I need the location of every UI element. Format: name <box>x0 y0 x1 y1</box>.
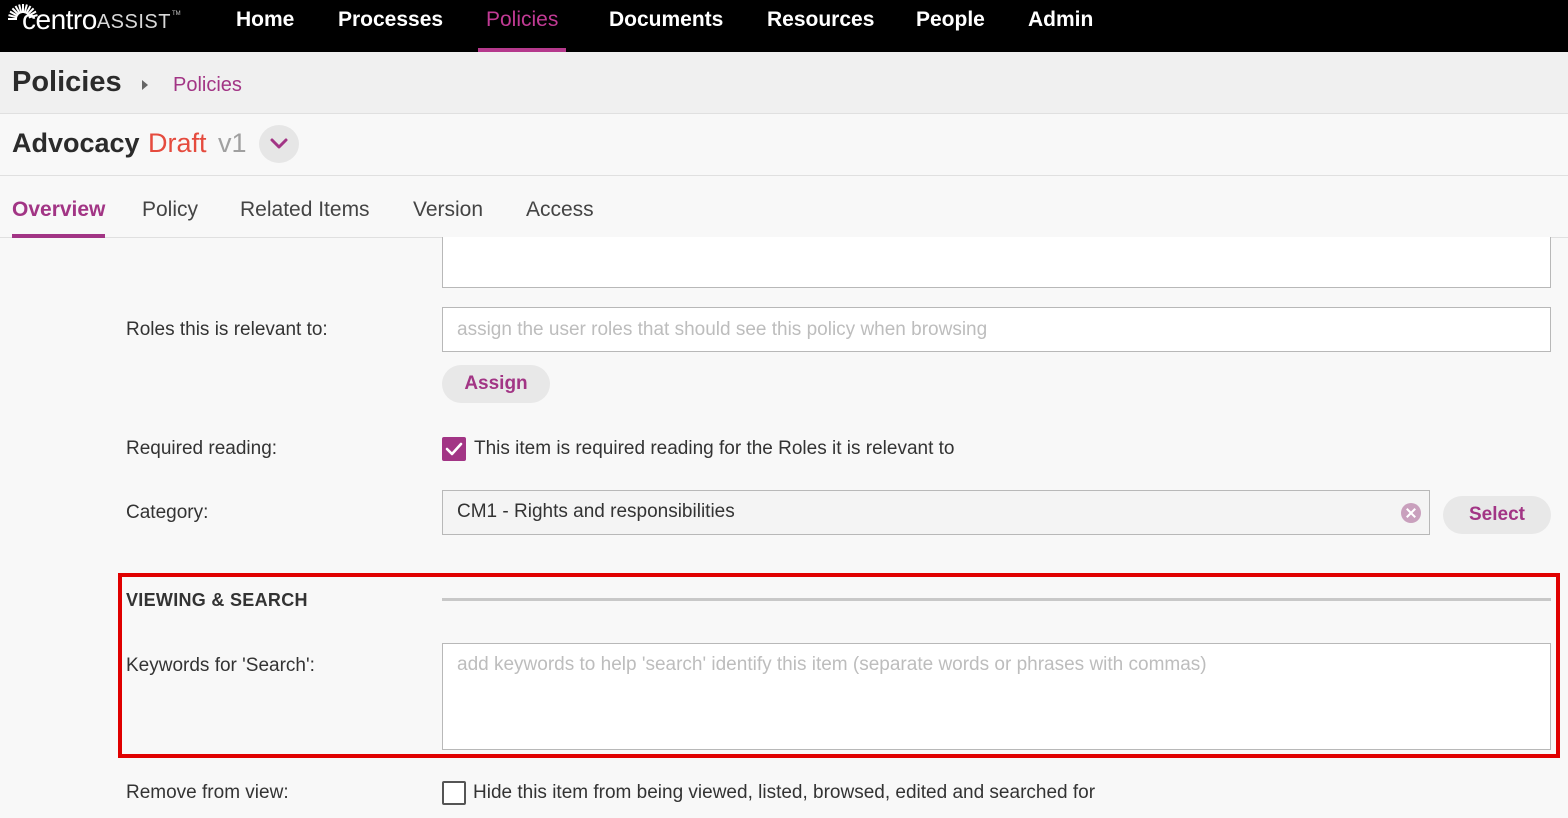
chevron-down-icon <box>270 138 288 149</box>
keywords-label: Keywords for 'Search': <box>126 655 315 676</box>
nav-item-admin[interactable]: Admin <box>1028 0 1093 52</box>
nav-item-resources[interactable]: Resources <box>767 0 874 52</box>
tab-access[interactable]: Access <box>526 198 594 222</box>
section-heading-viewing-search: VIEWING & SEARCH <box>126 590 308 610</box>
breadcrumb-link-policies[interactable]: Policies <box>173 74 242 97</box>
tab-bar: Overview Policy Related Items Version Ac… <box>0 176 1568 238</box>
roles-label: Roles this is relevant to: <box>126 319 328 340</box>
tab-version[interactable]: Version <box>413 198 483 222</box>
assign-button[interactable]: Assign <box>442 365 550 403</box>
breadcrumb: Policies Policies <box>0 52 1568 114</box>
previous-field-textarea[interactable] <box>442 237 1551 288</box>
category-field: CM1 - Rights and responsibilities <box>442 490 1430 535</box>
required-reading-checkbox-label: This item is required reading for the Ro… <box>474 438 955 459</box>
roles-field[interactable] <box>442 307 1551 352</box>
item-version: v1 <box>218 128 247 158</box>
top-nav-bar: centro ASSIST TM Home Processes Policies… <box>0 0 1568 52</box>
centroassist-logo[interactable]: centro ASSIST TM <box>8 2 181 38</box>
item-status-badge: Draft <box>148 128 207 158</box>
nav-item-policies[interactable]: Policies <box>477 0 567 52</box>
remove-from-view-checkbox-label: Hide this item from being viewed, listed… <box>473 782 1096 803</box>
logo-tm-text: TM <box>171 11 181 17</box>
remove-from-view-label: Remove from view: <box>126 782 289 803</box>
item-title-row: Advocacy Draft v1 <box>0 114 1568 176</box>
checkmark-icon <box>445 442 463 456</box>
select-category-button[interactable]: Select <box>1443 496 1551 534</box>
required-reading-label: Required reading: <box>126 438 278 459</box>
nav-item-processes[interactable]: Processes <box>338 0 443 52</box>
nav-item-home[interactable]: Home <box>236 0 294 52</box>
clear-icon[interactable] <box>1401 503 1421 523</box>
tab-overview[interactable]: Overview <box>12 198 106 238</box>
category-label: Category: <box>126 502 209 523</box>
logo-sub-text: ASSIST <box>96 10 171 33</box>
remove-from-view-checkbox[interactable] <box>442 781 466 805</box>
section-divider <box>442 598 1551 601</box>
tab-related-items[interactable]: Related Items <box>240 198 370 222</box>
nav-item-documents[interactable]: Documents <box>609 0 723 52</box>
breadcrumb-arrow-icon <box>142 80 148 90</box>
item-title: Advocacy <box>12 128 140 158</box>
tab-policy[interactable]: Policy <box>142 198 198 222</box>
logo-burst-icon <box>8 4 38 34</box>
keywords-field[interactable] <box>442 643 1551 750</box>
required-reading-checkbox[interactable] <box>442 437 466 461</box>
category-value: CM1 - Rights and responsibilities <box>457 501 735 522</box>
keywords-textarea[interactable] <box>443 644 1550 749</box>
page-title: Policies <box>12 66 122 98</box>
roles-input[interactable] <box>443 308 1550 351</box>
item-options-button[interactable] <box>259 125 299 163</box>
nav-item-people[interactable]: People <box>916 0 985 52</box>
